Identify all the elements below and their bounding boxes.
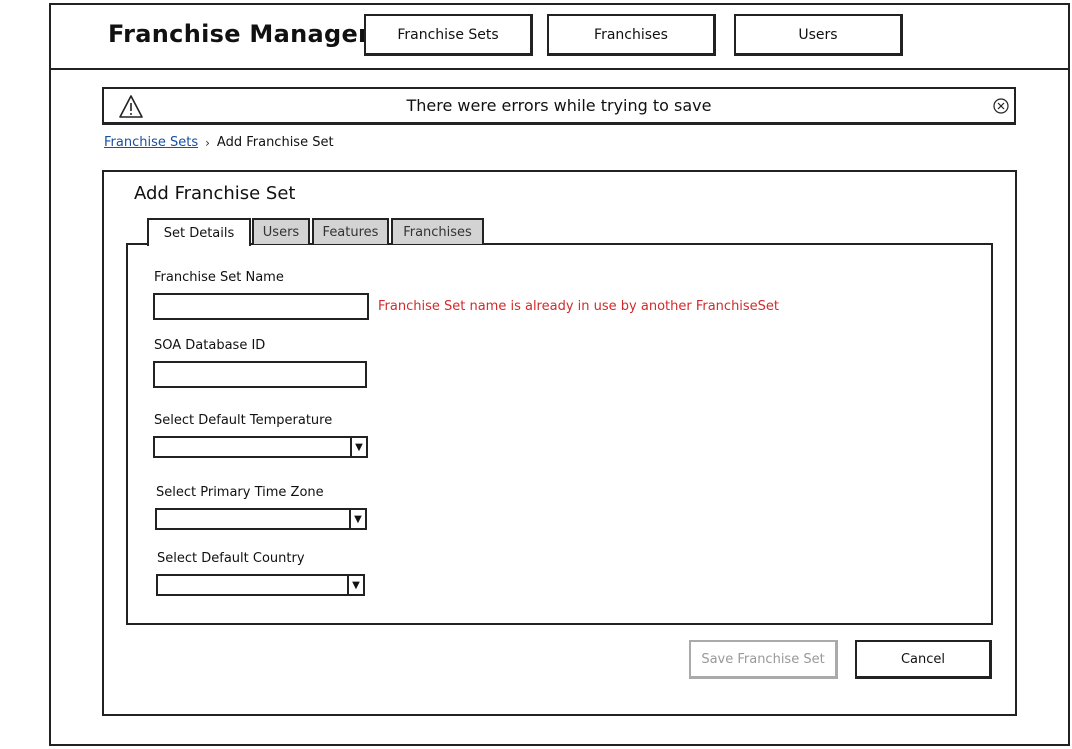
nav-users-button[interactable]: Users (734, 14, 903, 56)
app-title: Franchise Manager (108, 20, 371, 48)
save-franchise-set-button[interactable]: Save Franchise Set (689, 640, 838, 679)
name-error-message: Franchise Set name is already in use by … (378, 299, 780, 314)
franchise-set-name-label: Franchise Set Name (154, 270, 284, 285)
error-alert: There were errors while trying to save (102, 87, 1016, 125)
cancel-button[interactable]: Cancel (855, 640, 992, 679)
default-temperature-label: Select Default Temperature (154, 413, 333, 428)
breadcrumb: Franchise Sets › Add Franchise Set (104, 135, 334, 150)
tab-features[interactable]: Features (312, 218, 389, 244)
tab-franchises[interactable]: Franchises (391, 218, 484, 244)
primary-time-zone-label: Select Primary Time Zone (156, 485, 324, 500)
soa-database-id-label: SOA Database ID (154, 338, 266, 353)
default-country-label: Select Default Country (157, 551, 305, 566)
nav-franchises-button[interactable]: Franchises (547, 14, 716, 56)
breadcrumb-current: Add Franchise Set (216, 135, 334, 150)
default-country-select[interactable]: ▼ (156, 574, 365, 596)
close-icon[interactable] (993, 98, 1009, 114)
alert-message: There were errors while trying to save (406, 96, 712, 115)
tab-set-details[interactable]: Set Details (147, 218, 251, 246)
primary-time-zone-select[interactable]: ▼ (155, 508, 367, 530)
tab-users[interactable]: Users (252, 218, 310, 244)
breadcrumb-link-franchise-sets[interactable]: Franchise Sets (104, 135, 198, 150)
page-title: Add Franchise Set (134, 183, 296, 204)
dropdown-arrow-icon: ▼ (350, 438, 366, 456)
dropdown-arrow-icon: ▼ (347, 576, 363, 594)
default-temperature-select[interactable]: ▼ (153, 436, 368, 458)
nav-franchise-sets-button[interactable]: Franchise Sets (364, 14, 533, 56)
chevron-right-icon: › (205, 135, 210, 150)
soa-database-id-input[interactable] (153, 361, 367, 388)
franchise-set-name-input[interactable] (153, 293, 369, 320)
dropdown-arrow-icon: ▼ (349, 510, 365, 528)
